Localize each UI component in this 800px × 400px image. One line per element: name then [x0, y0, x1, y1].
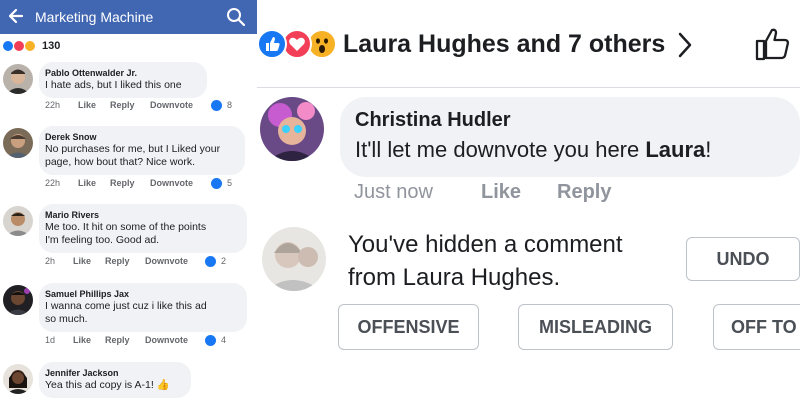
comment-text-line: No purchases for me, but I Liked your — [45, 143, 221, 155]
comment-time: 2h — [45, 256, 56, 266]
comment-text-line: I'm feeling too. Good ad. — [45, 234, 160, 246]
comment-time: 1d — [45, 335, 56, 345]
avatar[interactable] — [3, 285, 33, 315]
undo-button[interactable]: UNDO — [686, 237, 800, 281]
comment-text-part: It'll let me downvote you here — [355, 137, 646, 162]
like-reaction-icon — [257, 29, 287, 59]
avatar[interactable] — [3, 364, 33, 394]
comment-time: 22h — [45, 100, 61, 110]
reactors-summary[interactable]: Laura Hughes and 7 others — [343, 30, 665, 59]
mobile-comment-thread: Marketing Machine 130 Pablo Ottenwalder … — [0, 0, 257, 400]
notice-line: from Laura Hughes. — [348, 264, 561, 291]
commenter-name[interactable]: Pablo Ottenwalder Jr. — [45, 67, 198, 79]
reaction-count: 5 — [227, 178, 233, 188]
reason-offensive-button[interactable]: OFFENSIVE — [338, 304, 479, 350]
comment-bubble: Derek Snow No purchases for me, but I Li… — [39, 126, 245, 175]
top-app-bar: Marketing Machine — [0, 0, 257, 34]
comment-text-line: Yea this ad copy is A-1! 👍 — [45, 379, 170, 391]
reply-button[interactable]: Reply — [105, 256, 130, 266]
reason-misleading-button[interactable]: MISLEADING — [518, 304, 673, 350]
comment-text-line: page, how bout that? Nice work. — [45, 156, 196, 168]
comment-bubble: Pablo Ottenwalder Jr. I hate ads, but I … — [39, 62, 207, 98]
downvote-button[interactable]: Downvote — [145, 256, 188, 266]
comment-bubble: Samuel Phillips Jax I wanna come just cu… — [39, 283, 247, 332]
comment-text-line: I hate ads, but I liked this one — [45, 79, 182, 91]
like-count-icon — [205, 335, 216, 346]
like-button[interactable]: Like — [73, 256, 91, 266]
comment-bubble: Jennifer Jackson Yea this ad copy is A-1… — [39, 362, 191, 398]
like-button[interactable]: Like — [78, 100, 96, 110]
reaction-count: 4 — [221, 335, 227, 345]
header-divider — [257, 87, 800, 88]
mentioned-name[interactable]: Laura — [645, 137, 705, 162]
hidden-comment-notice: You've hidden a comment from Laura Hughe… — [348, 228, 668, 294]
avatar[interactable] — [3, 206, 33, 236]
reply-button[interactable]: Reply — [105, 335, 130, 345]
notice-line: You've hidden a comment — [348, 231, 623, 258]
comment-bubble: Christina Hudler It'll let me downvote y… — [340, 97, 800, 177]
commenter-name[interactable]: Samuel Phillips Jax — [45, 288, 238, 300]
like-button[interactable]: Like — [78, 178, 96, 188]
comment-text-line: so much. — [45, 313, 88, 325]
like-button[interactable]: Like — [73, 335, 91, 345]
zoomed-comment-view: Laura Hughes and 7 others Christina Hudl… — [257, 0, 800, 400]
downvote-button[interactable]: Downvote — [150, 100, 193, 110]
search-icon[interactable] — [226, 7, 246, 27]
reply-button[interactable]: Reply — [110, 178, 135, 188]
reaction-count: 2 — [221, 256, 227, 266]
reply-button[interactable]: Reply — [557, 181, 611, 204]
screenshot-root: Marketing Machine 130 Pablo Ottenwalder … — [0, 0, 800, 400]
comment-text-part: ! — [705, 137, 712, 162]
comment-time: Just now — [354, 181, 433, 203]
haha-reaction-icon — [24, 40, 36, 52]
commenter-name[interactable]: Christina Hudler — [355, 109, 511, 132]
comment-text-line: Me too. It hit on some of the points — [45, 221, 207, 233]
reaction-count: 8 — [227, 100, 233, 110]
like-count-icon — [205, 256, 216, 267]
reply-button[interactable]: Reply — [110, 100, 135, 110]
reactions-header[interactable]: Laura Hughes and 7 others — [257, 0, 800, 88]
avatar[interactable] — [3, 128, 33, 158]
comment-bubble: Mario Rivers Me too. It hit on some of t… — [39, 204, 247, 253]
avatar[interactable] — [260, 97, 324, 161]
page-title: Marketing Machine — [35, 9, 154, 25]
reaction-summary[interactable]: 130 — [2, 38, 60, 54]
avatar[interactable] — [3, 64, 33, 94]
back-arrow-icon[interactable] — [7, 6, 25, 26]
comment-text-line: I wanna come just cuz i like this ad — [45, 300, 207, 312]
like-button[interactable]: Like — [481, 181, 521, 204]
like-count-icon — [211, 100, 222, 111]
commenter-name[interactable]: Jennifer Jackson — [45, 367, 182, 379]
reaction-count: 130 — [42, 40, 61, 52]
like-thumb-icon[interactable] — [754, 26, 794, 62]
downvote-button[interactable]: Downvote — [145, 335, 188, 345]
comment-text: It'll let me downvote you here Laura! — [355, 137, 711, 163]
downvote-button[interactable]: Downvote — [150, 178, 193, 188]
reason-off-topic-button[interactable]: OFF TO — [713, 304, 800, 350]
like-count-icon — [211, 178, 222, 189]
avatar — [262, 227, 326, 291]
chevron-right-icon[interactable] — [675, 30, 695, 60]
comment-time: 22h — [45, 178, 61, 188]
commenter-name[interactable]: Mario Rivers — [45, 209, 238, 221]
commenter-name[interactable]: Derek Snow — [45, 131, 236, 143]
